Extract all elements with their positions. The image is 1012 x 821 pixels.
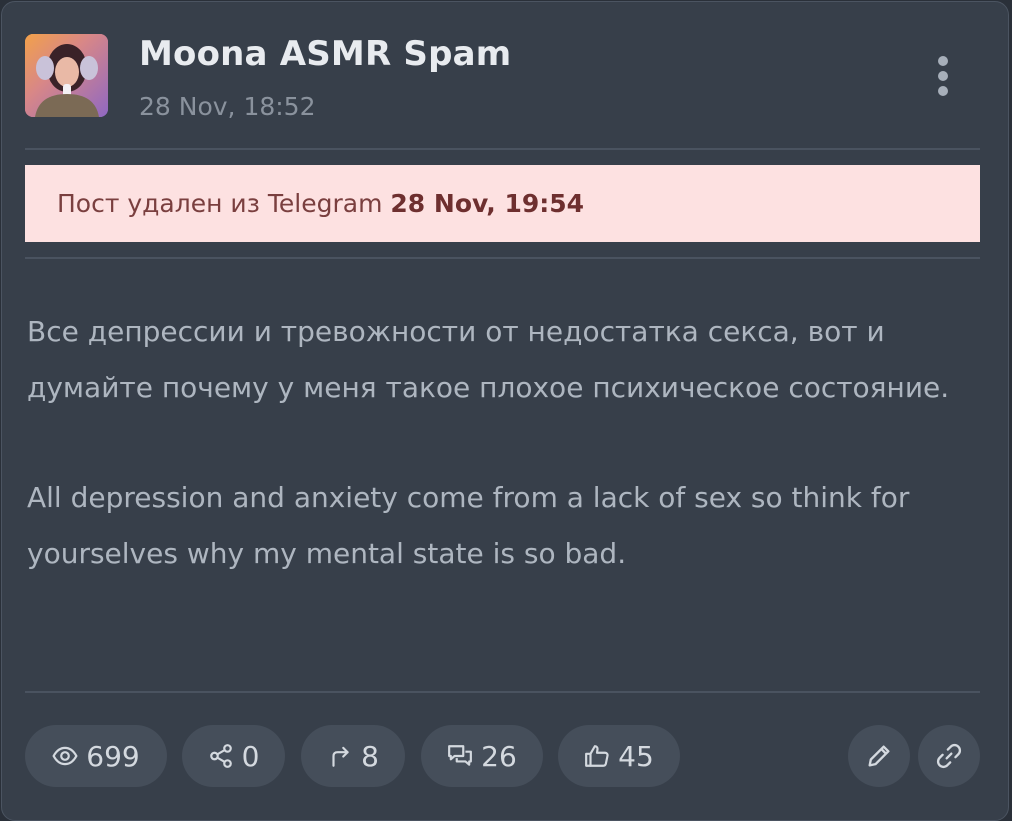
forwards-counter[interactable]: 8 — [301, 725, 405, 787]
post-paragraph-en: All depression and anxiety come from a l… — [27, 481, 910, 570]
post-timestamp: 28 Nov, 18:52 — [139, 92, 316, 121]
avatar-photo — [25, 34, 108, 117]
footer-divider — [25, 691, 980, 693]
comments-counter[interactable]: 26 — [421, 725, 543, 787]
shares-count: 0 — [241, 739, 260, 773]
reactions-counter[interactable]: 45 — [558, 725, 680, 787]
views-count: 699 — [86, 739, 140, 773]
channel-avatar[interactable] — [25, 34, 108, 117]
link-icon — [936, 743, 962, 769]
comments-count: 26 — [481, 739, 517, 773]
edit-button[interactable] — [848, 725, 910, 787]
post-card: Moona ASMR Spam 28 Nov, 18:52 Пост удале… — [1, 1, 1009, 821]
more-options-button[interactable] — [923, 52, 963, 100]
header-divider — [25, 148, 980, 150]
eye-icon — [52, 746, 78, 766]
banner-divider — [25, 257, 980, 259]
comments-icon — [448, 745, 473, 766]
views-counter[interactable]: 699 — [25, 725, 167, 787]
thumbs-up-icon — [585, 745, 609, 767]
reactions-count: 45 — [618, 739, 654, 773]
shares-counter[interactable]: 0 — [182, 725, 285, 787]
forwards-count: 8 — [361, 739, 379, 773]
more-vertical-icon-dot — [938, 71, 948, 81]
post-body: Все депрессии и тревожности от недостатк… — [27, 304, 977, 582]
more-vertical-icon — [938, 56, 948, 66]
pencil-icon — [868, 745, 890, 767]
deleted-notice-text: Пост удален из Telegram — [57, 189, 383, 218]
channel-name[interactable]: Moona ASMR Spam — [139, 34, 511, 74]
copy-link-button[interactable] — [918, 725, 980, 787]
post-paragraph-ru: Все депрессии и тревожности от недостатк… — [27, 315, 950, 404]
more-vertical-icon-dot — [938, 86, 948, 96]
deleted-notice-time: 28 Nov, 19:54 — [390, 189, 585, 218]
forward-arrow-icon — [332, 746, 349, 767]
deleted-notice-banner: Пост удален из Telegram 28 Nov, 19:54 — [25, 165, 980, 242]
share-icon — [209, 744, 232, 768]
